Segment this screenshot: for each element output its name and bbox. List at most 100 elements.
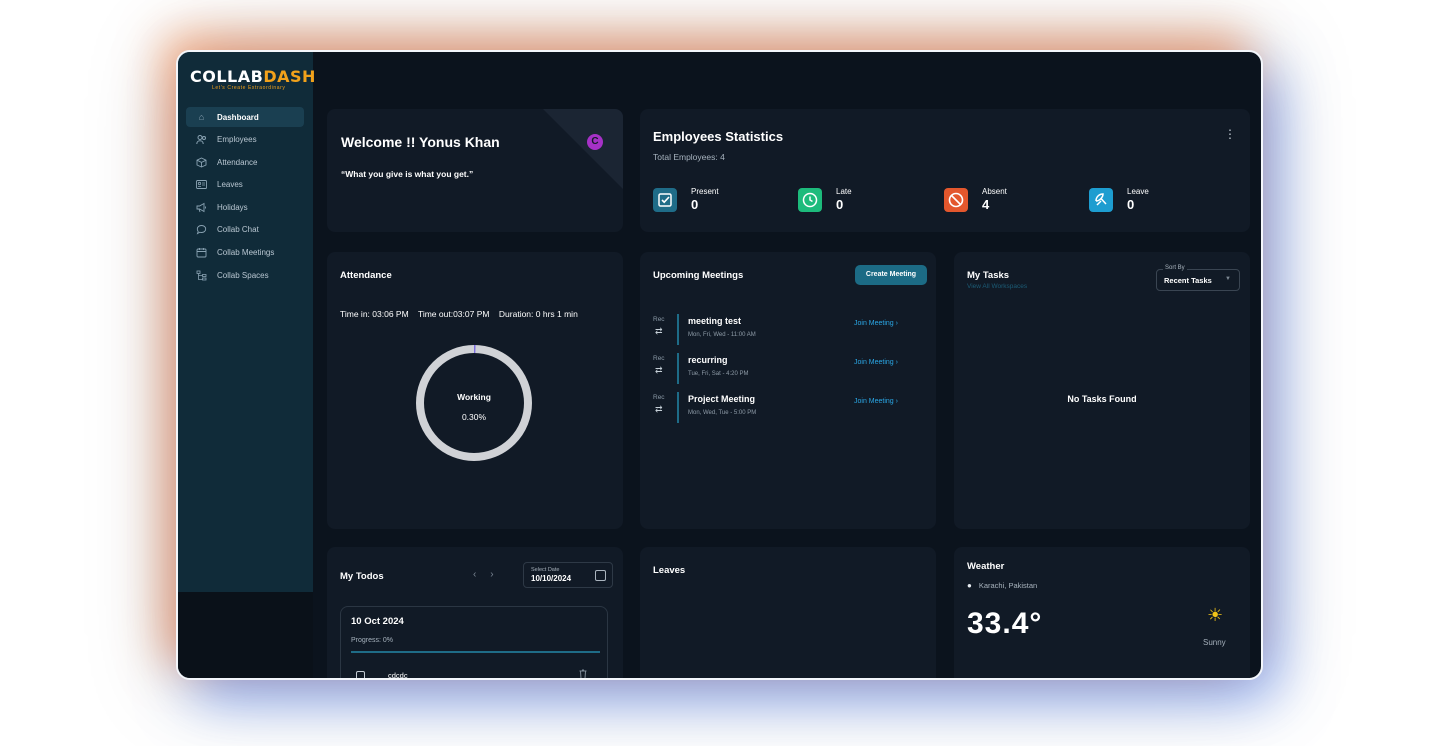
chevron-left-icon[interactable]: ‹ [473,569,476,580]
weather-temperature: 33.4° [967,607,1043,640]
beach-umbrella-icon [1089,188,1113,212]
my-todos-card: My Todos ‹ › Select Date 10/10/2024 10 O… [327,547,623,680]
app-logo[interactable]: COLLABDASH Let's Create Extraordinary [190,67,315,92]
cube-icon [196,157,207,168]
join-meeting-link[interactable]: Join Meeting › [854,398,898,405]
trash-icon[interactable] [579,669,587,678]
select-date-field[interactable]: Select Date 10/10/2024 [523,562,613,588]
view-all-workspaces-link[interactable]: View All Workspaces [967,283,1027,290]
todo-date-nav: ‹ › [473,569,494,580]
todo-text: cdcdc [388,671,408,680]
logo-wordmark: COLLABDASH [190,67,315,86]
stat-leave: Leave 0 [1089,187,1149,213]
attendance-status: Working [457,392,491,402]
repeat-icon: ⇄ [655,326,663,336]
sidebar-item-attendance[interactable]: Attendance [186,152,304,172]
repeat-icon: ⇄ [655,404,663,414]
stats-total-employees: Total Employees: 4 [653,152,725,162]
location-text: Karachi, Pakistan [978,581,1038,590]
more-options-icon[interactable]: ⋮ [1224,127,1236,141]
sidebar-item-label: Leaves [217,180,243,190]
duration: Duration: 0 hrs 1 min [498,309,578,319]
weather-condition: Sunny [1203,638,1226,647]
sidebar-item-dashboard[interactable]: ⌂ Dashboard [186,107,304,127]
leaves-title: Leaves [653,565,686,576]
meeting-item: Rec ⇄ meeting test Mon, Fri, Wed - 11:00… [653,314,928,346]
logo-part-dash: DASH [263,67,316,86]
attendance-percent: 0.30% [461,412,487,422]
card-corner-decoration [543,109,623,189]
calendar-icon [196,247,207,258]
date-field-label: Select Date [531,567,560,573]
meeting-divider [677,392,679,423]
meetings-title: Upcoming Meetings [653,270,744,281]
weather-title: Weather [967,561,1005,572]
sidebar-item-collab-meetings[interactable]: Collab Meetings [186,243,304,263]
meeting-name: recurring [688,355,728,365]
stat-label: Leave [1127,187,1149,196]
meeting-divider [677,353,679,384]
meeting-item: Rec ⇄ recurring Tue, Fri, Sat - 4:20 PM … [653,353,928,385]
stat-value: 0 [836,197,844,212]
meeting-schedule: Tue, Fri, Sat - 4:20 PM [688,371,749,377]
todos-title: My Todos [340,571,384,582]
check-square-icon [653,188,677,212]
logo-part-collab: COLLAB [190,67,264,86]
upcoming-meetings-card: Upcoming Meetings Create Meeting Rec ⇄ m… [640,252,936,529]
stat-late-text: Late 0 [836,187,852,213]
sidebar-item-holidays[interactable]: Holidays [186,197,304,217]
sidebar-item-label: Holidays [217,202,248,212]
app-window: COLLABDASH Let's Create Extraordinary ⌂ … [176,50,1263,680]
recurring-label: Rec [653,394,665,401]
stat-value: 0 [1127,197,1135,212]
clock-icon [798,188,822,212]
stat-label: Absent [982,187,1007,196]
sidebar-item-collab-chat[interactable]: Collab Chat [186,220,304,240]
sidebar-footer [178,592,313,678]
calendar-icon[interactable] [595,570,606,581]
todo-group: 10 Oct 2024 Progress: 0% cdcdc [340,606,608,680]
weather-location: ● Karachi, Pakistan [967,581,1037,590]
home-icon: ⌂ [198,111,205,122]
stat-value: 0 [691,197,699,212]
megaphone-icon [196,202,207,213]
meeting-schedule: Mon, Fri, Wed - 11:00 AM [688,332,756,338]
sort-by-value: Recent Tasks [1164,276,1212,285]
time-out: Time out:03:07 PM [417,309,490,319]
create-meeting-button[interactable]: Create Meeting [855,265,927,285]
id-card-icon [196,179,207,190]
tasks-title: My Tasks [967,270,1010,281]
sidebar-item-label: Collab Spaces [217,270,269,280]
weather-card: Weather ● Karachi, Pakistan 33.4° ☀ Sunny [954,547,1250,678]
sidebar-item-collab-spaces[interactable]: Collab Spaces [186,265,304,285]
join-meeting-link[interactable]: Join Meeting › [854,359,898,366]
sun-icon: ☀ [1207,605,1224,625]
todo-progress-label: Progress: 0% [351,637,394,644]
stat-absent-text: Absent 4 [982,187,1007,213]
attendance-times: Time in: 03:06 PM Time out:03:07 PM Dura… [340,309,578,319]
join-meeting-link[interactable]: Join Meeting › [854,320,898,327]
meeting-divider [677,314,679,345]
employees-statistics-card: Employees Statistics Total Employees: 4 … [640,109,1250,232]
attendance-card: Attendance Time in: 03:06 PM Time out:03… [327,252,623,529]
meeting-item: Rec ⇄ Project Meeting Mon, Wed, Tue - 5:… [653,392,928,424]
leaves-card: Leaves [640,547,936,678]
sidebar-item-leaves[interactable]: Leaves [186,175,304,195]
ban-icon [944,188,968,212]
sidebar: COLLABDASH Let's Create Extraordinary ⌂ … [178,52,315,592]
caret-down-icon: ▼ [1225,276,1231,282]
chat-icon [196,224,207,235]
stat-present: Present 0 [653,187,719,213]
sidebar-item-employees[interactable]: Employees [186,130,304,150]
stat-present-text: Present 0 [691,187,719,213]
meeting-name: meeting test [688,316,742,326]
stat-label: Present [691,187,719,196]
chevron-right-icon[interactable]: › [490,569,493,580]
hierarchy-icon [196,270,207,281]
sort-by-select[interactable]: Sort By Recent Tasks ▼ [1156,265,1240,291]
meeting-name: Project Meeting [688,394,756,404]
todo-checkbox[interactable] [356,671,365,678]
sidebar-item-label: Collab Meetings [217,248,275,258]
todo-progress-bar [351,651,600,653]
stat-value: 4 [982,197,990,212]
